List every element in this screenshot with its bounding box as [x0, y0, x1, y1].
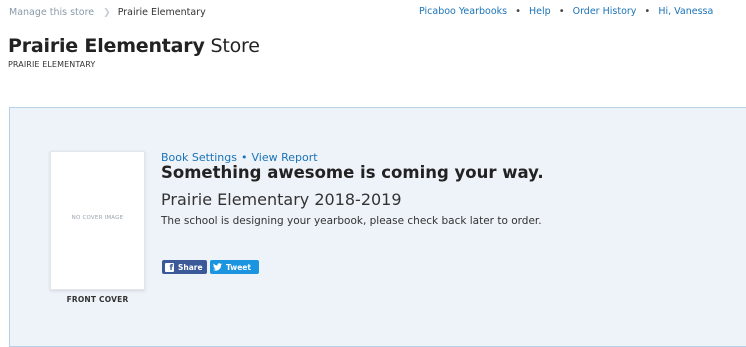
facebook-icon: f — [165, 262, 174, 272]
store-title-suffix: Store — [210, 35, 260, 57]
nav-picaboo-yearbooks-link[interactable]: Picaboo Yearbooks — [419, 6, 507, 17]
no-cover-image-text: NO COVER IMAGE — [71, 215, 124, 221]
top-nav: Picaboo Yearbooks • Help • Order History… — [419, 6, 713, 17]
breadcrumb-manage-store-link[interactable]: Manage this store — [9, 7, 94, 18]
nav-separator: • — [558, 6, 565, 17]
twitter-bird-icon — [213, 263, 222, 271]
top-bar: Manage this store ❯ Prairie Elementary P… — [0, 0, 746, 24]
nav-help-link[interactable]: Help — [529, 6, 551, 17]
yearbook-description: The school is designing your yearbook, p… — [161, 215, 542, 227]
front-cover-label: FRONT COVER — [66, 295, 129, 304]
tweet-button[interactable]: Tweet — [210, 260, 259, 274]
nav-separator: • — [515, 6, 522, 17]
store-subtitle: PRAIRIE ELEMENTARY — [8, 60, 96, 69]
cover-image-placeholder: NO COVER IMAGE — [50, 151, 145, 290]
share-label: Share — [178, 262, 203, 272]
nav-order-history-link[interactable]: Order History — [573, 6, 637, 17]
breadcrumb-current: Prairie Elementary — [117, 7, 206, 18]
chevron-right-icon: ❯ — [103, 7, 111, 18]
nav-user-greeting-link[interactable]: Hi, Vanessa — [658, 6, 713, 17]
breadcrumb: Manage this store ❯ Prairie Elementary — [9, 7, 206, 18]
page-title: Prairie Elementary Store — [8, 35, 260, 57]
nav-separator: • — [644, 6, 651, 17]
store-name: Prairie Elementary — [8, 35, 205, 57]
yearbook-name: Prairie Elementary 2018-2019 — [161, 190, 402, 209]
facebook-share-button[interactable]: f Share — [162, 260, 207, 274]
headline: Something awesome is coming your way. — [161, 163, 544, 182]
tweet-label: Tweet — [226, 262, 251, 272]
